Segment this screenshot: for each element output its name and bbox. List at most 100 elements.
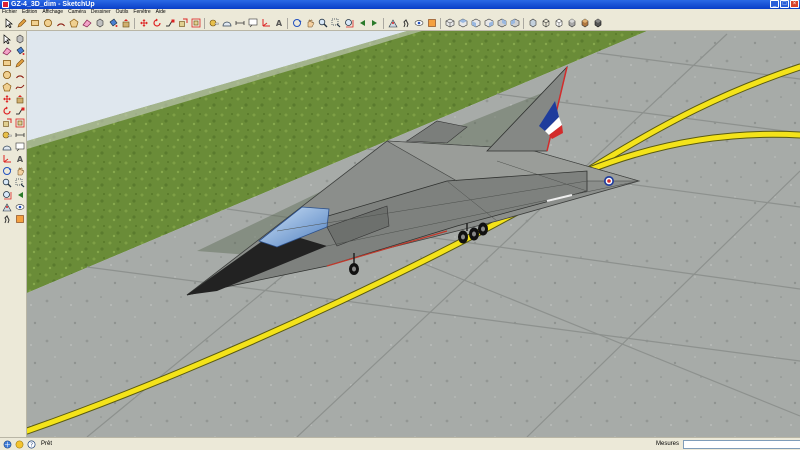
geolocation-icon[interactable]	[3, 440, 12, 449]
measures-box: Mesures	[656, 439, 800, 449]
arc-icon[interactable]	[55, 18, 66, 29]
3d-text-icon[interactable]: A	[273, 18, 284, 29]
pan-icon[interactable]	[14, 165, 26, 177]
scale-icon[interactable]	[1, 117, 13, 129]
main-toolbar: A	[0, 16, 800, 31]
rotate-icon[interactable]	[151, 18, 162, 29]
position-camera-icon[interactable]	[1, 201, 13, 213]
paint-bucket-icon[interactable]	[14, 45, 26, 57]
position-camera-icon[interactable]	[387, 18, 398, 29]
maximize-button[interactable]: □	[780, 0, 789, 8]
text-icon[interactable]	[14, 141, 26, 153]
axes-icon[interactable]	[1, 153, 13, 165]
eraser-icon[interactable]	[81, 18, 92, 29]
close-button[interactable]: ×	[790, 0, 799, 8]
menu-edition[interactable]: Edition	[22, 9, 37, 16]
section-plane-icon[interactable]	[14, 213, 26, 225]
pan-icon[interactable]	[304, 18, 315, 29]
push-pull-icon[interactable]	[14, 93, 26, 105]
move-icon[interactable]	[138, 18, 149, 29]
move-icon[interactable]	[1, 93, 13, 105]
follow-me-icon[interactable]	[164, 18, 175, 29]
make-component-icon[interactable]	[94, 18, 105, 29]
next-view-icon[interactable]	[369, 18, 380, 29]
orbit-icon[interactable]	[1, 165, 13, 177]
left-view-icon[interactable]	[509, 18, 520, 29]
circle-icon[interactable]	[42, 18, 53, 29]
protractor-icon[interactable]	[221, 18, 232, 29]
zoom-icon[interactable]	[317, 18, 328, 29]
minimize-button[interactable]: _	[770, 0, 779, 8]
select-arrow-icon[interactable]	[3, 18, 14, 29]
measures-input[interactable]	[683, 439, 800, 449]
polygon-icon[interactable]	[68, 18, 79, 29]
axes-icon[interactable]	[260, 18, 271, 29]
zoom-extents-icon[interactable]	[1, 189, 13, 201]
make-component-icon[interactable]	[14, 33, 26, 45]
rectangle-icon[interactable]	[1, 57, 13, 69]
menu-outils[interactable]: Outils	[116, 9, 129, 16]
tape-measure-icon[interactable]	[208, 18, 219, 29]
pencil-icon[interactable]	[16, 18, 27, 29]
shaded-textures-icon[interactable]	[579, 18, 590, 29]
sketchup-app-icon	[2, 1, 9, 8]
toolbar-separator	[383, 17, 384, 29]
wireframe-icon[interactable]	[540, 18, 551, 29]
rectangle-icon[interactable]	[29, 18, 40, 29]
push-pull-icon[interactable]	[120, 18, 131, 29]
svg-text:A: A	[17, 155, 24, 164]
dimension-icon[interactable]	[14, 129, 26, 141]
look-around-icon[interactable]	[14, 201, 26, 213]
svg-text:?: ?	[30, 442, 33, 448]
paint-bucket-icon[interactable]	[107, 18, 118, 29]
right-view-icon[interactable]	[483, 18, 494, 29]
text-icon[interactable]	[247, 18, 258, 29]
walk-icon[interactable]	[1, 213, 13, 225]
menu-aide[interactable]: Aide	[156, 9, 166, 16]
svg-text:A: A	[275, 19, 282, 28]
eraser-icon[interactable]	[1, 45, 13, 57]
tape-measure-icon[interactable]	[1, 129, 13, 141]
previous-view-icon[interactable]	[14, 189, 26, 201]
top-view-icon[interactable]	[457, 18, 468, 29]
dimension-icon[interactable]	[234, 18, 245, 29]
protractor-icon[interactable]	[1, 141, 13, 153]
front-view-icon[interactable]	[470, 18, 481, 29]
menu-camera[interactable]: Caméra	[68, 9, 86, 16]
freehand-icon[interactable]	[14, 81, 26, 93]
rotate-icon[interactable]	[1, 105, 13, 117]
back-view-icon[interactable]	[496, 18, 507, 29]
orbit-icon[interactable]	[291, 18, 302, 29]
sketchup-window: GZ-4_3D_dim - SketchUp _ □ × Fichier Edi…	[0, 0, 800, 450]
hidden-line-icon[interactable]	[553, 18, 564, 29]
menu-dessiner[interactable]: Dessiner	[91, 9, 111, 16]
help-icon[interactable]: ?	[27, 440, 36, 449]
credits-icon[interactable]	[15, 440, 24, 449]
follow-me-icon[interactable]	[14, 105, 26, 117]
pencil-icon[interactable]	[14, 57, 26, 69]
menu-affichage[interactable]: Affichage	[42, 9, 63, 16]
zoom-icon[interactable]	[1, 177, 13, 189]
circle-icon[interactable]	[1, 69, 13, 81]
3d-text-icon[interactable]: A	[14, 153, 26, 165]
previous-view-icon[interactable]	[356, 18, 367, 29]
monochrome-icon[interactable]	[592, 18, 603, 29]
walk-icon[interactable]	[400, 18, 411, 29]
section-plane-icon[interactable]	[426, 18, 437, 29]
polygon-icon[interactable]	[1, 81, 13, 93]
arc-icon[interactable]	[14, 69, 26, 81]
menu-fichier[interactable]: Fichier	[2, 9, 17, 16]
zoom-extents-icon[interactable]	[343, 18, 354, 29]
zoom-window-icon[interactable]	[14, 177, 26, 189]
zoom-window-icon[interactable]	[330, 18, 341, 29]
xray-icon[interactable]	[527, 18, 538, 29]
offset-icon[interactable]	[190, 18, 201, 29]
scale-icon[interactable]	[177, 18, 188, 29]
shaded-icon[interactable]	[566, 18, 577, 29]
offset-icon[interactable]	[14, 117, 26, 129]
menu-fenetre[interactable]: Fenêtre	[133, 9, 150, 16]
iso-view-icon[interactable]	[444, 18, 455, 29]
3d-viewport[interactable]	[27, 31, 800, 437]
look-around-icon[interactable]	[413, 18, 424, 29]
select-arrow-icon[interactable]	[1, 33, 13, 45]
